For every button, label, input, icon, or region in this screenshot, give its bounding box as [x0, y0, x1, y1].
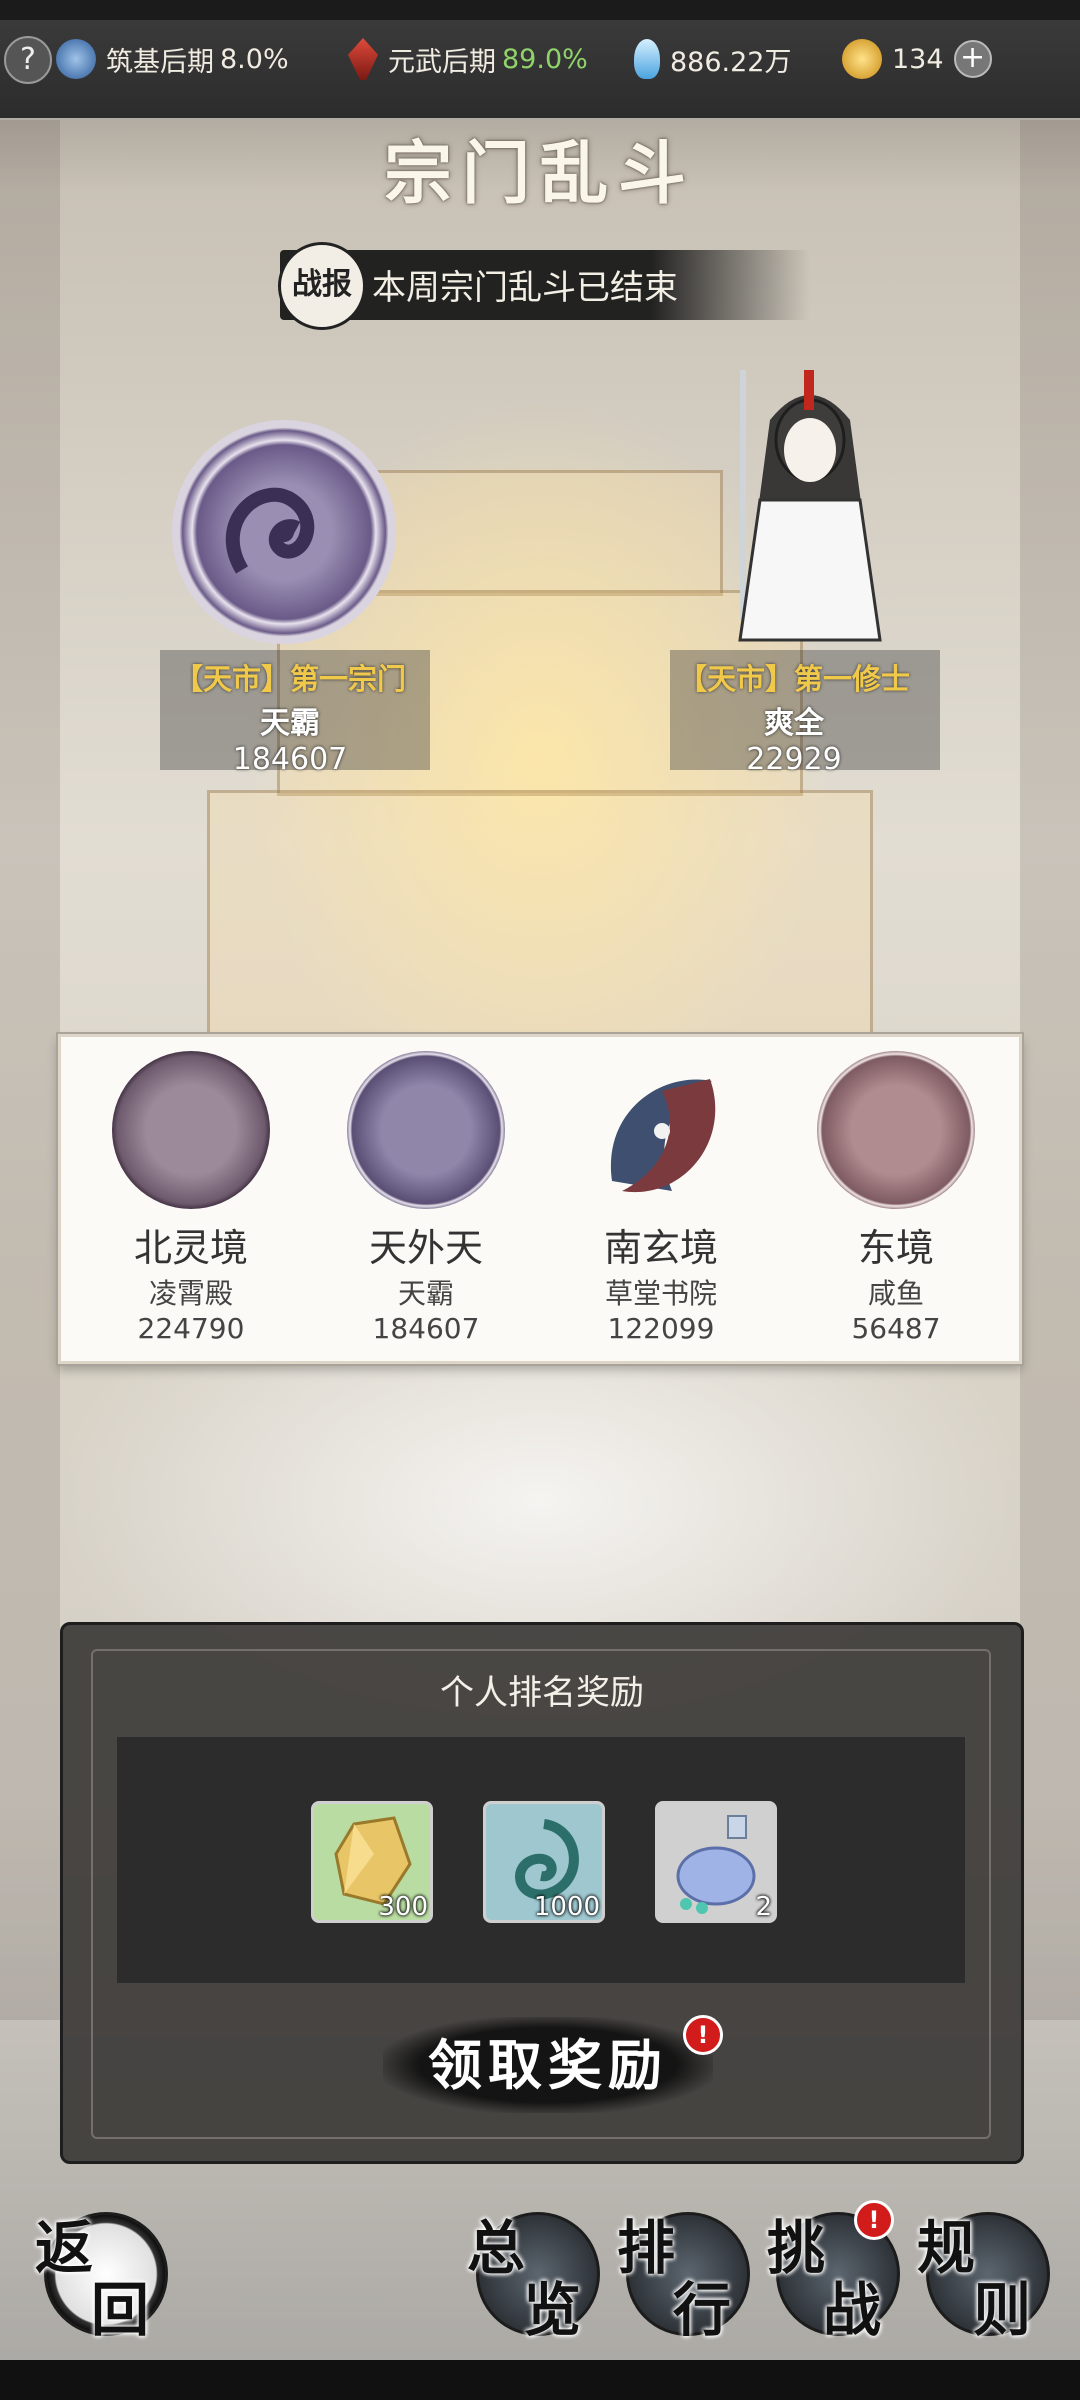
- realm1-progress: 8.0%: [220, 43, 289, 75]
- top-sect-name: 天霸: [260, 706, 320, 741]
- jade-amount: 134: [892, 43, 944, 75]
- reward-item-crystal[interactable]: 300: [311, 1801, 433, 1923]
- left-pillar: [0, 120, 60, 2020]
- battle-report-text: 本周宗门乱斗已结束: [372, 268, 678, 308]
- help-button[interactable]: ?: [4, 36, 52, 84]
- back-char-2: 回: [91, 2276, 150, 2344]
- realm2-name: 元武后期: [388, 46, 496, 78]
- dragon-emblem-icon: [347, 1051, 505, 1209]
- top-cultivator-name: 爽全: [764, 706, 824, 741]
- temple-tier-bottom: [207, 790, 873, 1036]
- item-count: 2: [755, 1892, 772, 1922]
- koi-fish-emblem-icon: [582, 1051, 740, 1209]
- spirit-stone-amount: 886.22万: [670, 46, 792, 78]
- overview-char-2: 览: [523, 2276, 582, 2344]
- sect-region: 天外天: [368, 1226, 483, 1270]
- reward-title: 个人排名奖励: [440, 1673, 644, 1713]
- realm1-name: 筑基后期: [106, 46, 214, 78]
- cultivator-portrait-icon: [738, 370, 882, 642]
- overview-button[interactable]: 总 览: [467, 2212, 600, 2344]
- sect-region: 北灵境: [133, 1226, 248, 1270]
- body-flame-icon: [348, 38, 378, 80]
- top-sect-emblem[interactable]: [172, 420, 396, 644]
- challenge-char-1: 挑: [767, 2214, 826, 2282]
- realm-body-status: 元武后期 89.0%: [348, 34, 588, 84]
- reward-item-spirit[interactable]: 1000: [483, 1801, 605, 1923]
- personal-reward-panel: 个人排名奖励 300 1000 2 领取奖励 !: [60, 1622, 1024, 2164]
- sect-score: 184607: [372, 1312, 480, 1345]
- ranking-button[interactable]: 排 行: [617, 2212, 750, 2344]
- sect-score: 56487: [851, 1312, 941, 1345]
- back-button[interactable]: 返 回: [35, 2212, 168, 2344]
- top-sect-score: 184607: [232, 742, 348, 777]
- add-jade-button[interactable]: +: [953, 40, 992, 78]
- right-pillar: [1020, 120, 1080, 2020]
- sect-score: 224790: [137, 1312, 245, 1345]
- rules-button[interactable]: 规 则: [917, 2212, 1050, 2344]
- rules-char-2: 则: [973, 2276, 1032, 2344]
- top-cultivator-score: 22929: [746, 742, 842, 777]
- challenge-char-2: 战: [823, 2276, 882, 2344]
- qi-orb-icon: [56, 39, 96, 79]
- top-sect-title: 【天市】第一宗门: [173, 662, 406, 696]
- sect-name: 天霸: [397, 1277, 454, 1310]
- crane-emblem-icon: [817, 1051, 975, 1209]
- challenge-alert-badge: !: [854, 2200, 894, 2240]
- sect-card-dongjing[interactable]: 东境 咸鱼 56487: [781, 1051, 1011, 1345]
- top-cultivator-info: 【天市】第一修士 爽全 22929: [644, 656, 944, 777]
- battle-report-seal: 战报: [278, 242, 366, 330]
- top-cultivator-title: 【天市】第一修士: [677, 662, 910, 696]
- claim-reward-button[interactable]: 领取奖励: [383, 2017, 713, 2113]
- page-title: 宗门乱斗: [383, 134, 696, 214]
- sect-region: 东境: [857, 1226, 934, 1270]
- item-count: 1000: [533, 1892, 600, 1922]
- item-count: 300: [378, 1892, 428, 1922]
- cloud-emblem-icon: [112, 1051, 270, 1209]
- realm2-progress: 89.0%: [502, 43, 588, 75]
- sect-name: 草堂书院: [604, 1277, 717, 1310]
- sect-card-nanxuan[interactable]: 南玄境 草堂书院 122099: [546, 1051, 776, 1345]
- sect-score: 122099: [607, 1312, 715, 1345]
- top-sect-info: 【天市】第一宗门 天霸 184607: [140, 656, 440, 777]
- ranking-char-2: 行: [673, 2276, 732, 2344]
- spirit-stone-counter: 886.22万: [634, 34, 791, 84]
- overview-char-1: 总: [467, 2214, 526, 2282]
- rules-char-1: 规: [917, 2214, 976, 2282]
- jade-counter: 134 +: [842, 34, 992, 84]
- sect-name: 凌霄殿: [148, 1277, 233, 1310]
- reward-item-potion[interactable]: 2: [655, 1801, 777, 1923]
- claim-alert-badge: !: [683, 2015, 723, 2055]
- ranking-char-1: 排: [617, 2214, 676, 2282]
- jade-coin-icon: [842, 39, 882, 79]
- sect-card-tianwaitian[interactable]: 天外天 天霸 184607: [311, 1051, 541, 1345]
- top-resource-bar: ? 筑基后期 8.0% 元武后期 89.0% 886.22万 134 +: [0, 0, 1080, 118]
- bottom-strip: [0, 2360, 1080, 2400]
- dragon-emblem-icon: [225, 487, 315, 574]
- temple-tier-top: [357, 470, 723, 596]
- sect-ranking-panel: 北灵境 凌霄殿 224790 天外天 天霸 184607 南玄境 草堂书院 12…: [58, 1034, 1022, 1364]
- back-char-1: 返: [35, 2214, 94, 2282]
- sect-name: 咸鱼: [867, 1277, 924, 1310]
- realm-qi-status: 筑基后期 8.0%: [56, 34, 289, 84]
- top-cultivator-portrait[interactable]: [700, 370, 910, 650]
- sect-card-beiling[interactable]: 北灵境 凌霄殿 224790: [76, 1051, 306, 1345]
- spirit-stone-icon: [634, 39, 660, 79]
- sect-region: 南玄境: [603, 1226, 718, 1270]
